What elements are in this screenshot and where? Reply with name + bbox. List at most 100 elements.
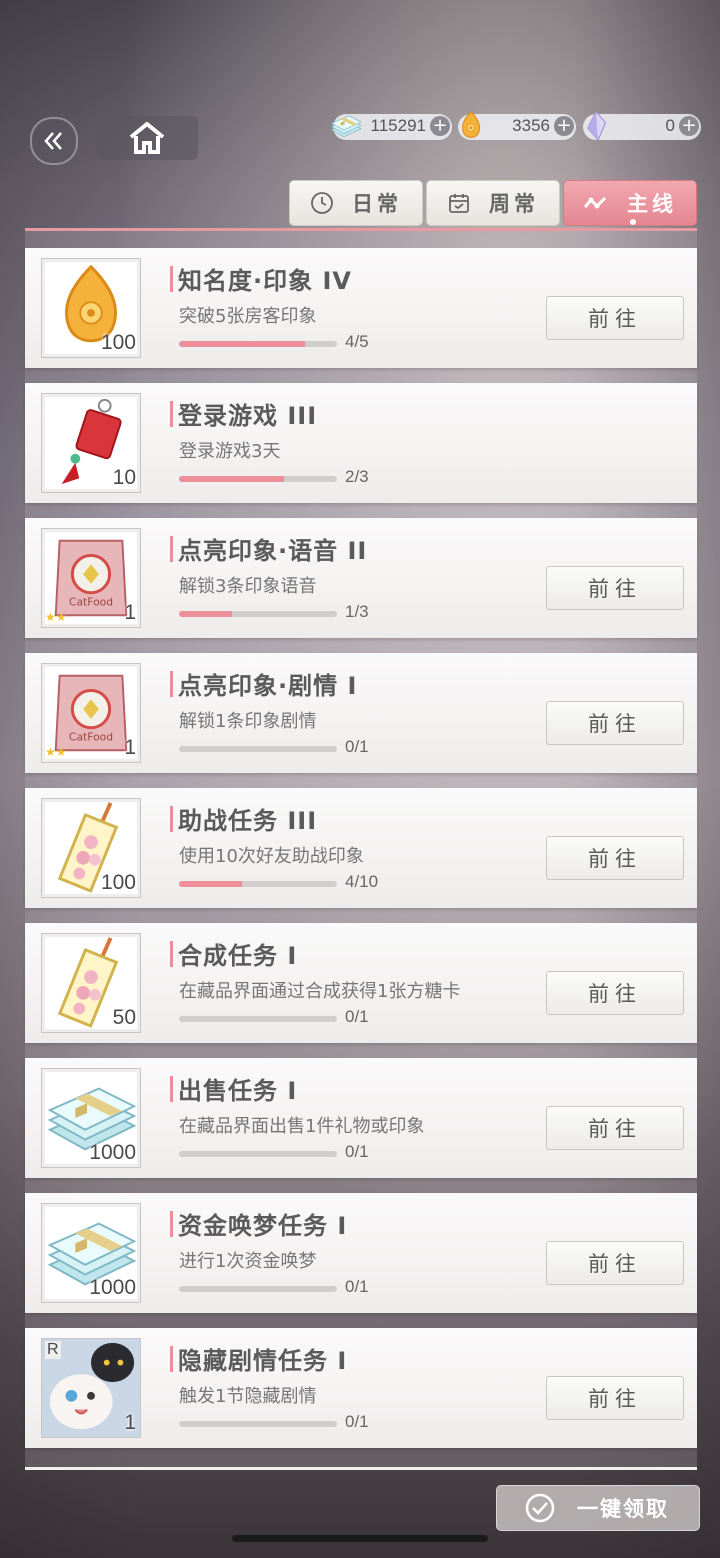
reward-quantity: 1000 <box>89 1141 136 1164</box>
progress-count: 0/1 <box>345 1142 369 1161</box>
progress-bar <box>179 1421 337 1427</box>
tab-label: 周常 <box>489 192 539 216</box>
title-accent-bar <box>170 806 173 832</box>
task-description: 登录游戏3天 <box>179 441 281 462</box>
tab-label: 日常 <box>352 192 402 216</box>
rarity-badge: R <box>45 1341 61 1359</box>
reward-item[interactable]: R 1 <box>41 1338 141 1438</box>
progress-bar <box>179 341 337 347</box>
reward-item[interactable]: 1000 <box>41 1203 141 1303</box>
trend-line-icon <box>583 193 609 213</box>
reward-item[interactable]: 1000 <box>41 1068 141 1168</box>
currency-crystal: 0 + <box>583 110 701 142</box>
crystal-icon <box>579 109 613 143</box>
reward-item[interactable]: 50 <box>41 933 141 1033</box>
go-button[interactable]: 前往 <box>546 1241 684 1285</box>
task-title: 点亮印象·语音 II <box>178 537 368 565</box>
svg-text:CatFood: CatFood <box>69 595 113 608</box>
progress-bar <box>179 746 337 752</box>
reward-item[interactable]: CatFood ★★ 1 <box>41 528 141 628</box>
task-description: 在藏品界面通过合成获得1张方糖卡 <box>179 981 461 1002</box>
cash-stack-icon <box>329 109 363 143</box>
reward-quantity: 1000 <box>89 1276 136 1299</box>
tab-weekly[interactable]: 周常 <box>426 180 560 226</box>
go-button[interactable]: 前往 <box>546 566 684 610</box>
task-description: 进行1次资金唤梦 <box>179 1251 317 1272</box>
home-button[interactable] <box>96 116 198 160</box>
reward-quantity: 100 <box>100 331 136 354</box>
progress-fill <box>179 476 285 482</box>
reward-item[interactable]: CatFood ★★ 1 <box>41 663 141 763</box>
reward-quantity: 1 <box>124 736 136 759</box>
home-icon <box>129 122 165 154</box>
reward-quantity: 1 <box>124 1411 136 1434</box>
panel-top-border <box>25 228 697 231</box>
task-title: 助战任务 III <box>178 807 318 835</box>
currency-value: 115291 <box>370 116 426 135</box>
task-title: 登录游戏 III <box>178 402 318 430</box>
task-description: 突破5张房客印象 <box>179 306 317 327</box>
claim-all-label: 一键领取 <box>577 1497 669 1521</box>
progress-count: 0/1 <box>345 1277 369 1296</box>
task-description: 触发1节隐藏剧情 <box>179 1386 317 1407</box>
add-currency-button[interactable]: + <box>554 116 574 136</box>
tab-daily[interactable]: 日常 <box>289 180 423 226</box>
progress-bar <box>179 881 337 887</box>
progress-count: 0/1 <box>345 737 369 756</box>
title-accent-bar <box>170 1346 173 1372</box>
progress-fill <box>179 881 243 887</box>
reward-quantity: 50 <box>112 1006 136 1029</box>
go-button[interactable]: 前往 <box>546 836 684 880</box>
task-description: 使用10次好友助战印象 <box>179 846 364 867</box>
task-row: 1000 资金唤梦任务 I 进行1次资金唤梦 0/1 前往 <box>25 1193 697 1313</box>
star-rating-icon: ★★ <box>45 610 67 624</box>
progress-fill <box>179 341 306 347</box>
reward-item[interactable]: 100 <box>41 258 141 358</box>
task-row: CatFood ★★ 1 点亮印象·剧情 I 解锁1条印象剧情 0/1 前往 <box>25 653 697 773</box>
task-row: 1000 出售任务 I 在藏品界面出售1件礼物或印象 0/1 前往 <box>25 1058 697 1178</box>
task-title: 资金唤梦任务 I <box>178 1212 348 1240</box>
title-accent-bar <box>170 536 173 562</box>
title-accent-bar <box>170 266 173 292</box>
task-row: 50 合成任务 I 在藏品界面通过合成获得1张方糖卡 0/1 前往 <box>25 923 697 1043</box>
go-button[interactable]: 前往 <box>546 701 684 745</box>
title-accent-bar <box>170 941 173 967</box>
panel-bottom-border <box>25 1467 697 1470</box>
tab-label: 主线 <box>627 192 677 216</box>
progress-bar <box>179 611 337 617</box>
progress-bar <box>179 1286 337 1292</box>
claim-all-button[interactable]: 一键领取 <box>496 1485 700 1531</box>
progress-count: 4/5 <box>345 332 369 351</box>
go-button[interactable]: 前往 <box>546 1376 684 1420</box>
progress-count: 4/10 <box>345 872 379 891</box>
reward-item[interactable]: 100 <box>41 798 141 898</box>
go-button[interactable]: 前往 <box>546 296 684 340</box>
task-title: 隐藏剧情任务 I <box>178 1347 348 1375</box>
go-button[interactable]: 前往 <box>546 971 684 1015</box>
title-accent-bar <box>170 1076 173 1102</box>
back-button[interactable] <box>30 117 78 165</box>
task-title: 出售任务 I <box>178 1077 298 1105</box>
active-tab-indicator <box>630 219 636 225</box>
add-currency-button[interactable]: + <box>679 116 699 136</box>
task-row: 10 登录游戏 III 登录游戏3天 2/3 <box>25 383 697 503</box>
calendar-icon <box>447 191 471 215</box>
task-row: CatFood ★★ 1 点亮印象·语音 II 解锁3条印象语音 1/3 前往 <box>25 518 697 638</box>
reward-item[interactable]: 10 <box>41 393 141 493</box>
task-description: 解锁1条印象剧情 <box>179 711 317 732</box>
currency-cash-stack: 115291 + <box>330 114 452 140</box>
currency-amber-gem: 3356 + <box>458 110 576 140</box>
progress-fill <box>179 611 232 617</box>
clock-icon <box>310 191 334 215</box>
title-accent-bar <box>170 1211 173 1237</box>
task-row: R 1 隐藏剧情任务 I 触发1节隐藏剧情 0/1 前往 <box>25 1328 697 1448</box>
reward-quantity: 1 <box>124 601 136 624</box>
go-button[interactable]: 前往 <box>546 1106 684 1150</box>
home-indicator[interactable] <box>232 1535 488 1542</box>
task-description: 在藏品界面出售1件礼物或印象 <box>179 1116 425 1137</box>
title-accent-bar <box>170 401 173 427</box>
add-currency-button[interactable]: + <box>430 116 450 136</box>
task-description: 解锁3条印象语音 <box>179 576 317 597</box>
svg-text:CatFood: CatFood <box>69 730 113 743</box>
amber-gem-icon <box>454 109 488 143</box>
